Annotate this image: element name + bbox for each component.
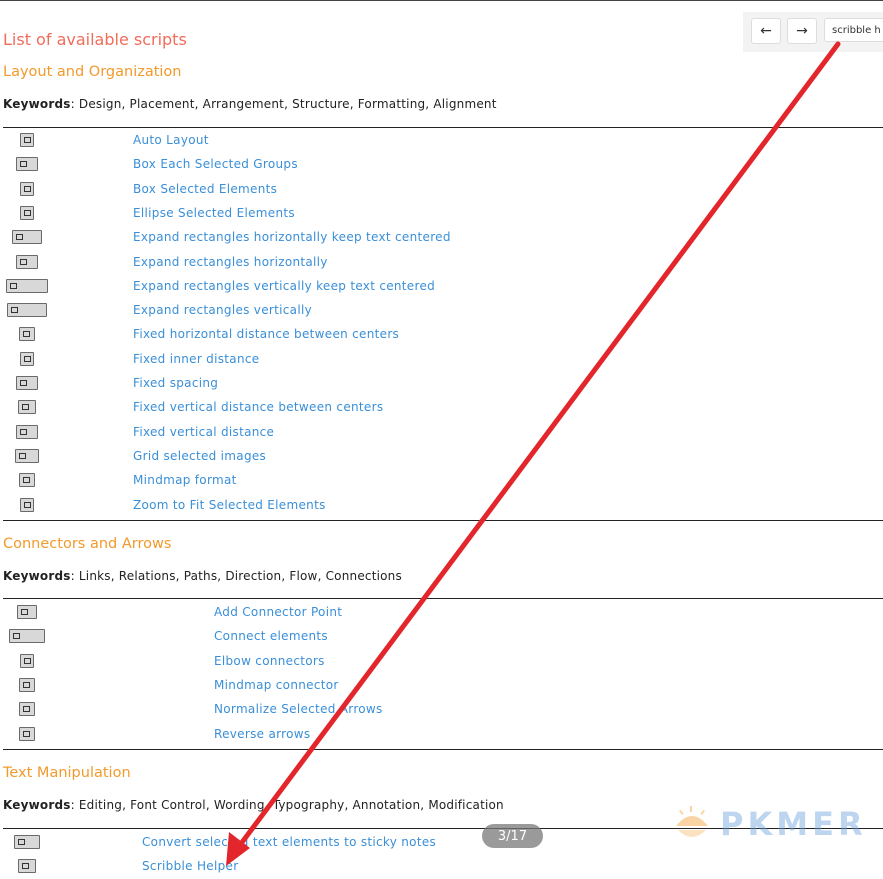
script-link[interactable]: Mindmap connector	[214, 678, 339, 692]
normalize-arrows-icon	[19, 701, 35, 717]
section-title-text: Text Manipulation	[3, 765, 131, 781]
script-row: Mindmap format	[3, 469, 883, 493]
script-row: Fixed spacing	[3, 372, 883, 396]
script-row: Expand rectangles horizontally keep text…	[3, 226, 883, 250]
script-row: Expand rectangles horizontally	[3, 251, 883, 275]
sticky-notes-icon	[14, 834, 40, 850]
script-row: Mindmap connector	[3, 674, 883, 698]
section-keywords-layout: Keywords: Design, Placement, Arrangement…	[3, 97, 497, 111]
zoom-icon	[20, 497, 34, 513]
mindmap-icon	[19, 472, 35, 488]
expand-h-icon	[16, 254, 38, 270]
script-link[interactable]: Expand rectangles vertically keep text c…	[133, 279, 435, 293]
watermark-text: PKMER	[720, 805, 867, 843]
box-elements-icon	[20, 181, 34, 197]
script-row: Grid selected images	[3, 445, 883, 469]
elbow-icon	[20, 653, 34, 669]
reverse-arrows-icon	[19, 726, 35, 742]
script-link[interactable]: Normalize Selected Arrows	[214, 702, 383, 716]
watermark: PKMER	[672, 802, 867, 846]
script-row: Zoom to Fit Selected Elements	[3, 494, 883, 518]
v-distance-centers-icon	[18, 399, 36, 415]
script-link[interactable]: Add Connector Point	[214, 605, 342, 619]
script-link[interactable]: Ellipse Selected Elements	[133, 206, 295, 220]
table-layout-icon	[20, 132, 34, 148]
section-title-layout: Layout and Organization	[3, 64, 182, 80]
page-title: List of available scripts	[3, 30, 187, 49]
script-row: Add Connector Point	[3, 601, 883, 625]
script-row: Box Selected Elements	[3, 178, 883, 202]
table-bottom-rule	[3, 749, 883, 750]
ellipse-icon	[20, 205, 34, 221]
script-link[interactable]: Zoom to Fit Selected Elements	[133, 498, 326, 512]
search-input[interactable]: scribble h	[824, 18, 883, 42]
script-link[interactable]: Mindmap format	[133, 473, 237, 487]
script-link[interactable]: Box Selected Elements	[133, 182, 277, 196]
section-title-connectors: Connectors and Arrows	[3, 536, 172, 552]
inner-distance-icon	[20, 351, 34, 367]
script-row: Reverse arrows	[3, 723, 883, 747]
pkmer-logo-icon	[672, 804, 712, 844]
script-row: Expand rectangles vertically	[3, 299, 883, 323]
script-row: Fixed horizontal distance between center…	[3, 323, 883, 347]
script-link[interactable]: Auto Layout	[133, 133, 209, 147]
script-link[interactable]: Connect elements	[214, 629, 328, 643]
script-row: Ellipse Selected Elements	[3, 202, 883, 226]
script-link[interactable]: Fixed inner distance	[133, 352, 259, 366]
expand-v-icon	[7, 302, 47, 318]
grid-icon	[15, 448, 39, 464]
table-top-rule	[3, 127, 883, 128]
section-keywords-connectors: Keywords: Links, Relations, Paths, Direc…	[3, 569, 402, 583]
script-link[interactable]: Convert selected text elements to sticky…	[142, 835, 436, 849]
script-link[interactable]: Fixed horizontal distance between center…	[133, 327, 399, 341]
connect-elements-icon	[9, 628, 45, 644]
connector-point-icon	[17, 604, 37, 620]
box-groups-icon	[16, 156, 38, 172]
script-row: Elbow connectors	[3, 650, 883, 674]
script-link[interactable]: Elbow connectors	[214, 654, 325, 668]
script-row: Expand rectangles vertically keep text c…	[3, 275, 883, 299]
forward-button[interactable]: →	[787, 18, 817, 44]
script-link[interactable]: Box Each Selected Groups	[133, 157, 298, 171]
v-distance-icon	[16, 424, 38, 440]
expand-h-centered-icon	[12, 229, 42, 245]
script-row: Scribble Helper	[3, 855, 883, 879]
script-link[interactable]: Expand rectangles horizontally keep text…	[133, 230, 451, 244]
h-distance-icon	[19, 326, 35, 342]
spacing-icon	[16, 375, 38, 391]
script-row: Fixed vertical distance between centers	[3, 396, 883, 420]
table-top-rule	[3, 598, 883, 599]
script-row: Connect elements	[3, 625, 883, 649]
script-row: Fixed inner distance	[3, 348, 883, 372]
mindmap-connector-icon	[19, 677, 35, 693]
script-row: Box Each Selected Groups	[3, 153, 883, 177]
script-link[interactable]: Fixed vertical distance	[133, 425, 274, 439]
script-link[interactable]: Grid selected images	[133, 449, 266, 463]
script-link[interactable]: Reverse arrows	[214, 727, 310, 741]
script-link[interactable]: Scribble Helper	[142, 859, 238, 873]
script-link[interactable]: Fixed spacing	[133, 376, 218, 390]
table-bottom-rule	[3, 520, 883, 521]
script-link[interactable]: Fixed vertical distance between centers	[133, 400, 383, 414]
script-row: Normalize Selected Arrows	[3, 698, 883, 722]
scribble-icon	[18, 858, 36, 874]
script-row: Auto Layout	[3, 129, 883, 153]
script-link[interactable]: Expand rectangles horizontally	[133, 255, 328, 269]
script-row: Fixed vertical distance	[3, 421, 883, 445]
expand-v-centered-icon	[6, 278, 48, 294]
top-border	[0, 0, 883, 1]
back-button[interactable]: ←	[751, 18, 781, 44]
page-indicator[interactable]: 3/17	[482, 824, 543, 848]
section-keywords-text: Keywords: Editing, Font Control, Wording…	[3, 798, 504, 812]
script-link[interactable]: Expand rectangles vertically	[133, 303, 312, 317]
